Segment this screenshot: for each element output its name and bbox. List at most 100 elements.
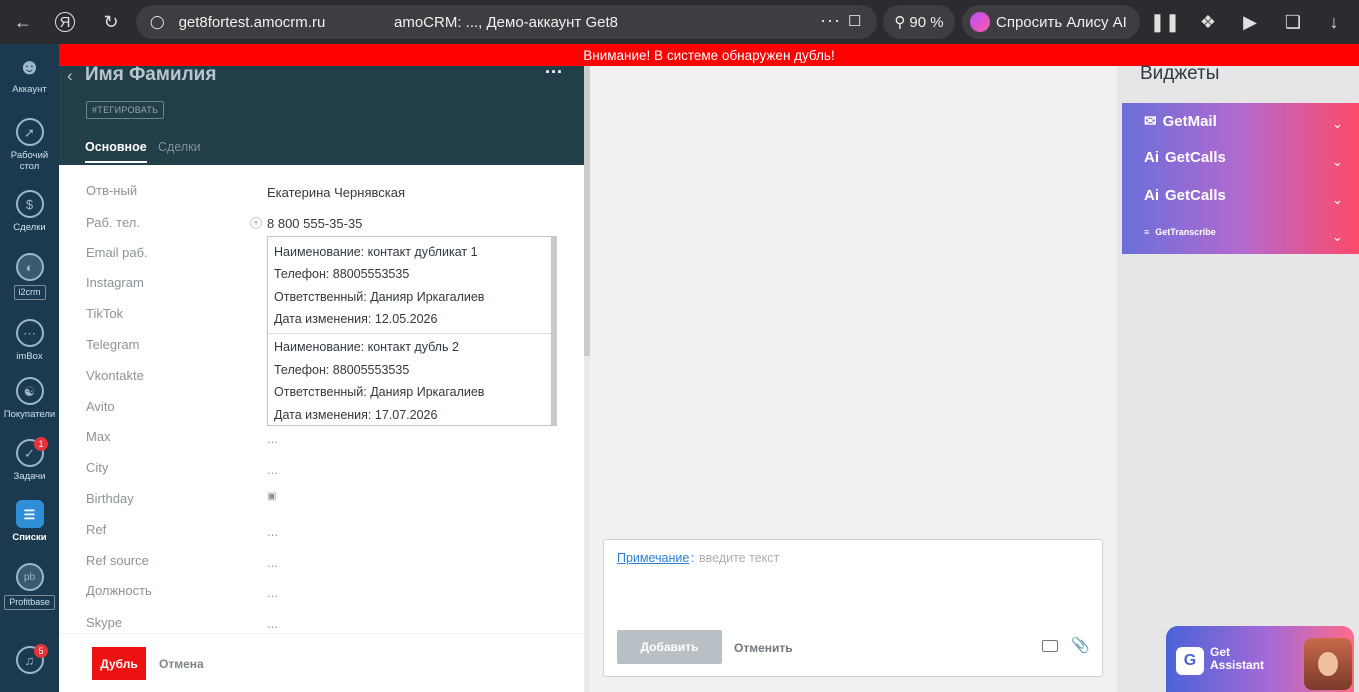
back-chevron-icon[interactable]: ‹ bbox=[67, 66, 73, 86]
left-sidebar: ☻ Аккаунт ➚ Рабочий стол $ Сделки ◐ i2cr… bbox=[0, 44, 59, 692]
field-label: Раб. тел. bbox=[86, 215, 140, 230]
sidebar-item-label: imBox bbox=[16, 351, 43, 362]
extensions-icon[interactable]: ❖ bbox=[1195, 9, 1221, 35]
note-composer[interactable]: Примечание : введите текст Добавить Отме… bbox=[603, 539, 1103, 677]
dollar-icon: $ bbox=[15, 190, 44, 218]
field-value-responsible[interactable]: Екатерина Чернявская bbox=[267, 185, 405, 200]
tasks-badge: 1 bbox=[34, 437, 48, 451]
chevron-down-icon[interactable]: ⌄ bbox=[1332, 229, 1343, 245]
widget-getcalls[interactable]: Ai GetCalls bbox=[1144, 149, 1226, 166]
duplicate-date: Дата изменения: 17.07.2026 bbox=[274, 408, 438, 422]
field-value[interactable]: ... bbox=[267, 431, 278, 446]
field-label: Vkontakte bbox=[86, 368, 144, 383]
field-label: Ref source bbox=[86, 553, 149, 568]
sidebar-item-label: Задачи bbox=[13, 471, 46, 482]
sidebar-item-profitbase[interactable]: pb Profitbase bbox=[0, 563, 59, 610]
contact-name[interactable]: Имя Фамилия bbox=[85, 64, 216, 86]
sidebar-item-account[interactable]: ☻ Аккаунт bbox=[0, 52, 59, 95]
download-icon[interactable]: ↓ bbox=[1321, 9, 1347, 35]
address-bar[interactable]: ◯ get8fortest.amocrm.ru amoCRM: ..., Дем… bbox=[136, 5, 877, 39]
collections-icon[interactable]: ❏ bbox=[1280, 9, 1306, 35]
reload-icon[interactable]: ↻ bbox=[98, 9, 124, 35]
field-label: Telegram bbox=[86, 337, 140, 352]
sidebar-item-label: Profitbase bbox=[4, 595, 55, 610]
zoom-indicator[interactable]: ⚲ 90 % bbox=[883, 5, 955, 39]
more-icon[interactable]: ··· bbox=[820, 10, 841, 31]
i2crm-icon: ◐ bbox=[15, 253, 44, 281]
widget-label: GetCalls bbox=[1165, 149, 1226, 166]
ai-icon: Ai bbox=[1144, 149, 1159, 166]
sidebar-item-customers[interactable]: ☯ Покупатели bbox=[0, 377, 59, 420]
widget-getcalls-2[interactable]: Ai GetCalls bbox=[1144, 187, 1226, 204]
media-icon[interactable]: ▶ bbox=[1237, 9, 1263, 35]
ai-icon: Ai bbox=[1144, 187, 1159, 204]
keyboard-icon[interactable] bbox=[1042, 640, 1058, 652]
note-colon: : bbox=[691, 551, 695, 565]
cancel-button[interactable]: Отмена bbox=[159, 657, 204, 671]
mail-icon: ✉ bbox=[1144, 113, 1157, 130]
chevron-down-icon[interactable]: ⌄ bbox=[1332, 154, 1343, 170]
note-type-link[interactable]: Примечание bbox=[617, 551, 689, 565]
get-assistant-widget[interactable]: G Get Assistant bbox=[1166, 626, 1354, 692]
bookmark-icon[interactable]: ☐ bbox=[848, 12, 861, 30]
customers-icon: ☯ bbox=[15, 377, 44, 405]
alice-label: Спросить Алису AI bbox=[996, 13, 1127, 31]
add-phone-icon[interactable]: + bbox=[250, 217, 262, 229]
browser-toolbar: ← Я ↻ ◯ get8fortest.amocrm.ru amoCRM: ..… bbox=[0, 0, 1359, 44]
field-value[interactable]: ... bbox=[267, 555, 278, 570]
calendar-icon[interactable]: ▣ bbox=[267, 491, 276, 502]
cancel-note-button[interactable]: Отменить bbox=[734, 641, 793, 655]
alice-button[interactable]: Спросить Алису AI bbox=[962, 5, 1140, 39]
field-label: City bbox=[86, 460, 109, 475]
field-label: Email раб. bbox=[86, 245, 148, 260]
duplicate-name[interactable]: Наименование: контакт дубликат 1 bbox=[274, 245, 478, 259]
note-input[interactable]: введите текст bbox=[699, 551, 779, 565]
more-menu-icon[interactable]: ··· bbox=[545, 62, 563, 83]
yandex-logo-icon[interactable]: Я bbox=[55, 12, 75, 32]
field-value[interactable]: ... bbox=[267, 616, 278, 631]
sidebar-item-notifications[interactable]: ♫ 5 bbox=[0, 644, 59, 678]
sidebar-item-imbox[interactable]: ⋯ imBox bbox=[0, 319, 59, 362]
tab-deals[interactable]: Сделки bbox=[158, 140, 201, 154]
duplicate-responsible: Ответственный: Данияр Иркагалиев bbox=[274, 290, 485, 304]
tab-main[interactable]: Основное bbox=[85, 140, 147, 163]
sidebar-item-lists[interactable]: ☰ Списки bbox=[0, 500, 59, 543]
sidebar-item-tasks[interactable]: ✓ 1 Задачи bbox=[0, 437, 59, 482]
field-value[interactable]: ... bbox=[267, 462, 278, 477]
paperclip-icon[interactable]: 📎 bbox=[1071, 636, 1090, 654]
duplicate-name[interactable]: Наименование: контакт дубль 2 bbox=[274, 340, 459, 354]
list-icon: ☰ bbox=[15, 500, 44, 528]
field-value-phone[interactable]: 8 800 555-35-35 bbox=[267, 216, 362, 231]
field-value[interactable]: ... bbox=[267, 524, 278, 539]
assistant-logo-icon: G bbox=[1176, 647, 1204, 675]
avatar[interactable] bbox=[1304, 638, 1352, 690]
dubl-button[interactable]: Дубль bbox=[92, 647, 146, 680]
widget-getmail[interactable]: ✉ GetMail bbox=[1144, 112, 1217, 131]
assistant-label-line2: Assistant bbox=[1210, 658, 1265, 672]
popup-scrollbar[interactable] bbox=[551, 237, 557, 425]
zoom-icon: ⚲ bbox=[894, 14, 906, 31]
sidebar-item-i2crm[interactable]: ◐ i2crm bbox=[0, 253, 59, 300]
add-note-button[interactable]: Добавить bbox=[617, 630, 722, 664]
back-arrow-icon[interactable]: ← bbox=[10, 9, 36, 35]
notifications-badge: 5 bbox=[34, 644, 48, 658]
widgets-title: Виджеты bbox=[1140, 63, 1220, 84]
duplicates-popup[interactable]: Наименование: контакт дубликат 1 Телефон… bbox=[267, 236, 557, 426]
chevron-down-icon[interactable]: ⌄ bbox=[1332, 192, 1343, 208]
sidebar-item-leads[interactable]: $ Сделки bbox=[0, 190, 59, 233]
widget-label: GetCalls bbox=[1165, 187, 1226, 204]
sidebar-item-label: Сделки bbox=[13, 222, 46, 233]
field-label: Отв-ный bbox=[86, 183, 138, 198]
field-value[interactable]: ... bbox=[267, 585, 278, 600]
widgets-panel: Виджеты ✉ GetMail ⌄ Ai GetCalls ⌄ Ai Get… bbox=[1117, 63, 1359, 692]
widget-gettranscribe[interactable]: ≡ GetTranscribe bbox=[1144, 227, 1216, 237]
chevron-down-icon[interactable]: ⌄ bbox=[1332, 116, 1343, 132]
sidebar-item-dashboard[interactable]: ➚ Рабочий стол bbox=[0, 118, 59, 172]
field-label: Ref bbox=[86, 522, 107, 537]
card-fields: Отв-ный Екатерина Чернявская Раб. тел. +… bbox=[59, 165, 584, 633]
field-label: Должность bbox=[86, 583, 152, 598]
alice-icon bbox=[970, 12, 990, 32]
card-header: ‹ Имя Фамилия ··· #ТЕГИРОВАТЬ Основное С… bbox=[59, 62, 584, 165]
pause-icon[interactable]: ❚❚ bbox=[1150, 9, 1180, 35]
tag-button[interactable]: #ТЕГИРОВАТЬ bbox=[86, 101, 165, 119]
